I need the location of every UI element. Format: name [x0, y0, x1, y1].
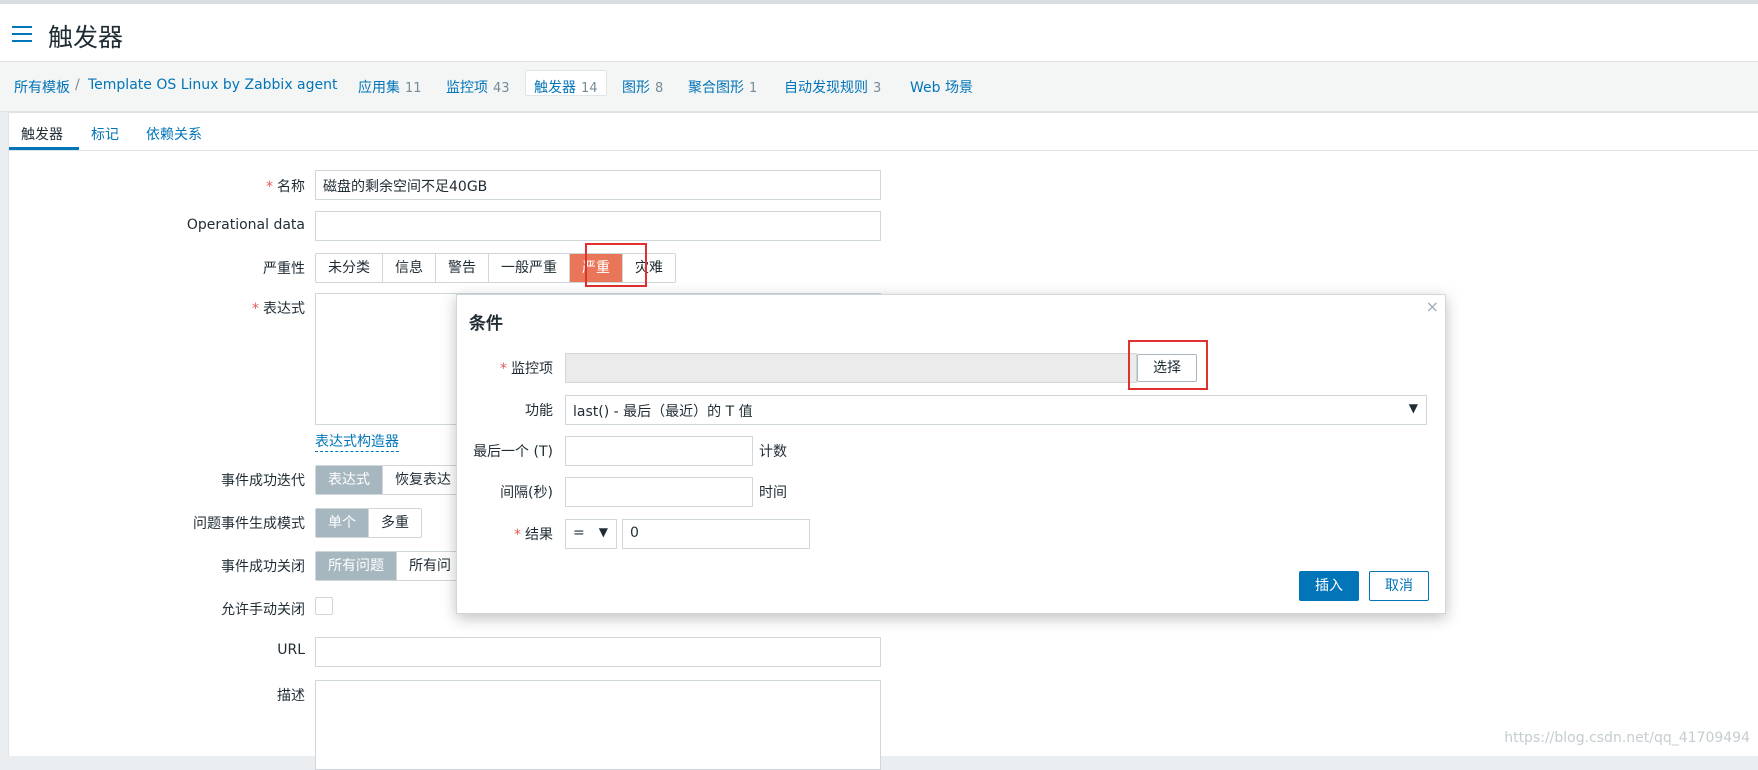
nav-web-scenarios[interactable]: Web 场景 — [910, 77, 973, 97]
problem-mode-selector: 单个 多重 — [315, 508, 422, 538]
dialog-title: 条件 — [469, 314, 503, 334]
last-suffix: 计数 — [759, 444, 787, 460]
select-highlight-box — [1128, 340, 1208, 390]
item-input[interactable] — [565, 353, 1137, 383]
manual-close-label: 允许手动关闭 — [221, 602, 305, 618]
tab-dependencies[interactable]: 依赖关系 — [146, 124, 202, 144]
ok-event-label: 事件成功迭代 — [221, 473, 305, 489]
expression-label: * 表达式 — [252, 301, 305, 317]
severity-warning[interactable]: 警告 — [436, 254, 489, 282]
name-input[interactable]: 磁盘的剩余空间不足40GB — [315, 170, 881, 200]
watermark: https://blog.csdn.net/qq_41709494 — [1504, 730, 1750, 746]
nav-items[interactable]: 监控项 43 — [446, 77, 510, 97]
url-input[interactable] — [315, 637, 881, 667]
operator-dropdown-arrow-icon: ▼ — [598, 525, 608, 539]
result-label: * 结果 — [514, 527, 553, 543]
tab-tags[interactable]: 标记 — [91, 124, 119, 144]
severity-information[interactable]: 信息 — [383, 254, 436, 282]
close-icon[interactable]: × — [1426, 297, 1439, 316]
expression-builder-link[interactable]: 表达式构造器 — [315, 431, 399, 452]
breadcrumb: 所有模板 / Template OS Linux by Zabbix agent… — [0, 62, 1758, 112]
nav-discovery-rules[interactable]: 自动发现规则 3 — [784, 77, 881, 97]
interval-label: 间隔(秒) — [500, 485, 553, 501]
condition-dialog: 条件 × * 监控项 选择 功能 last() - 最后（最近）的 T 值 ▼ 最… — [456, 294, 1446, 614]
tab-trigger[interactable]: 触发器 — [21, 124, 63, 144]
description-label: 描述 — [277, 688, 305, 704]
page-title: 触发器 — [48, 23, 124, 52]
ok-event-recovery[interactable]: 恢复表达 — [383, 466, 463, 494]
interval-input[interactable] — [565, 477, 753, 507]
last-label: 最后一个 (T) — [473, 444, 553, 460]
name-label: * 名称 — [266, 179, 305, 195]
nav-screens[interactable]: 聚合图形 1 — [688, 77, 757, 97]
breadcrumb-separator: / — [75, 77, 80, 93]
dropdown-arrow-icon: ▼ — [1408, 401, 1418, 415]
nav-graphs[interactable]: 图形 8 — [622, 77, 663, 97]
form-tabs: 触发器 标记 依赖关系 — [9, 113, 1758, 151]
result-value-input[interactable]: 0 — [622, 519, 810, 549]
problem-mode-label: 问题事件生成模式 — [193, 516, 305, 532]
ok-event-expression[interactable]: 表达式 — [316, 466, 383, 494]
severity-label: 严重性 — [263, 261, 305, 277]
result-operator-value: = — [573, 525, 585, 541]
interval-suffix: 时间 — [759, 485, 787, 501]
function-select[interactable]: last() - 最后（最近）的 T 值 ▼ — [565, 395, 1427, 425]
opdata-label: Operational data — [186, 217, 305, 233]
ok-close-selector: 所有问题 所有问 — [315, 551, 464, 581]
ok-event-selector: 表达式 恢复表达 — [315, 465, 464, 495]
severity-not-classified[interactable]: 未分类 — [316, 254, 383, 282]
breadcrumb-template-name[interactable]: Template OS Linux by Zabbix agent — [88, 77, 338, 93]
problem-mode-single[interactable]: 单个 — [316, 509, 369, 537]
opdata-input[interactable] — [315, 211, 881, 241]
item-label: * 监控项 — [500, 361, 553, 377]
active-tab-underline — [9, 147, 79, 150]
hamburger-menu-icon[interactable] — [12, 26, 32, 42]
problem-mode-multiple[interactable]: 多重 — [369, 509, 421, 537]
function-label: 功能 — [525, 403, 553, 419]
severity-highlight-box — [585, 243, 647, 287]
manual-close-checkbox[interactable] — [315, 597, 333, 615]
ok-close-label: 事件成功关闭 — [221, 559, 305, 575]
description-textarea[interactable] — [315, 680, 881, 770]
severity-average[interactable]: 一般严重 — [489, 254, 570, 282]
cancel-button[interactable]: 取消 — [1369, 571, 1429, 601]
url-label: URL — [277, 642, 305, 658]
page-header: 触发器 — [0, 4, 1758, 62]
function-select-value: last() - 最后（最近）的 T 值 — [573, 404, 753, 420]
result-operator-select[interactable]: = ▼ — [565, 519, 617, 549]
ok-close-all-problems-tag[interactable]: 所有问 — [397, 552, 463, 580]
insert-button[interactable]: 插入 — [1299, 571, 1359, 601]
nav-applications[interactable]: 应用集 11 — [358, 77, 422, 97]
breadcrumb-all-templates[interactable]: 所有模板 — [14, 77, 70, 97]
last-input[interactable] — [565, 436, 753, 466]
nav-triggers[interactable]: 触发器 14 — [534, 77, 598, 97]
ok-close-all-problems[interactable]: 所有问题 — [316, 552, 397, 580]
